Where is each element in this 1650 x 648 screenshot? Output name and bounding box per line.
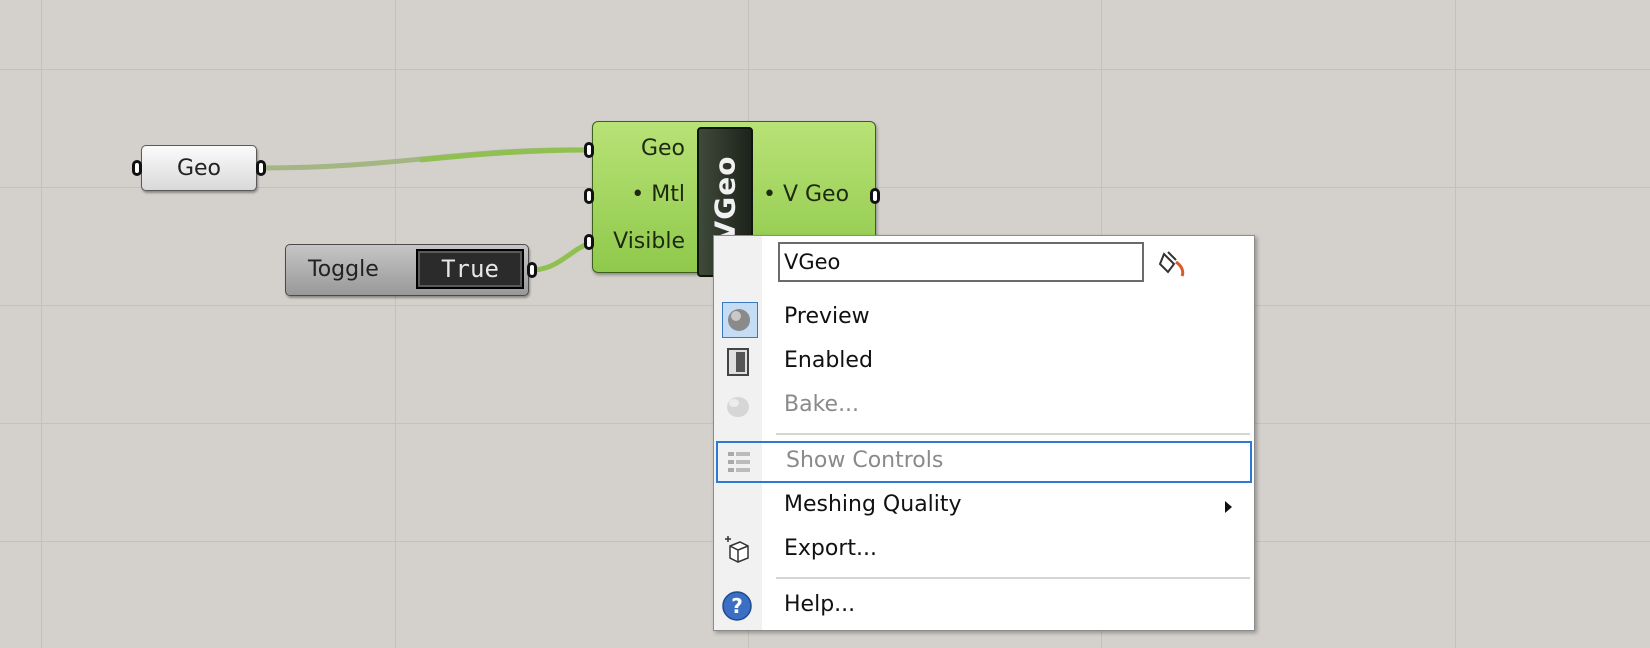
input-geo[interactable]: Geo [641, 136, 685, 161]
input-visible[interactable]: Visible [613, 229, 685, 254]
menu-item-label: Enabled [784, 348, 873, 373]
wire-geo [261, 147, 591, 171]
input-mtl[interactable]: • Mtl [631, 182, 685, 207]
svg-text:?: ? [731, 594, 743, 618]
show-controls-icon [728, 452, 750, 472]
input-grip-geo[interactable] [584, 142, 594, 158]
menu-item-bake: Bake... [714, 385, 1254, 427]
menu-item-export[interactable]: Export... [714, 529, 1254, 571]
menu-item-label: Bake... [784, 392, 860, 417]
bake-icon [727, 397, 749, 417]
component-name-input[interactable] [778, 242, 1144, 282]
preview-icon [720, 302, 758, 338]
toggle-value[interactable]: True [416, 249, 524, 289]
menu-item-help[interactable]: ? Help... [714, 585, 1254, 627]
toggle-label: Toggle [308, 257, 379, 282]
wire-geo-highlight [419, 147, 591, 163]
export-icon [725, 536, 749, 563]
menu-item-meshing-quality[interactable]: Meshing Quality [714, 485, 1254, 527]
input-grip-visible[interactable] [584, 234, 594, 250]
boolean-toggle[interactable]: Toggle True [285, 244, 529, 296]
menu-item-label: Preview [784, 304, 870, 329]
geo-parameter-label: Geo [176, 155, 222, 181]
menu-item-label: Meshing Quality [784, 492, 962, 517]
input-grip-mtl[interactable] [584, 188, 594, 204]
menu-separator [776, 433, 1250, 435]
output-vgeo[interactable]: • V Geo [763, 182, 849, 207]
menu-item-enabled[interactable]: Enabled [714, 341, 1254, 383]
context-menu: Preview Enabled Bake... Show Controls Me [713, 235, 1255, 631]
menu-item-label: Help... [784, 592, 856, 617]
component-nickname: VGeo [708, 155, 742, 243]
help-icon: ? [722, 591, 752, 621]
enabled-icon [727, 348, 749, 376]
menu-item-label: Show Controls [786, 448, 944, 473]
toggle-output-grip[interactable] [527, 262, 537, 278]
menu-item-show-controls: Show Controls [716, 441, 1252, 483]
menu-separator [776, 577, 1250, 579]
submenu-arrow-icon [1225, 501, 1232, 513]
paint-bucket-icon[interactable] [1156, 248, 1188, 280]
name-row [778, 242, 1185, 282]
geo-input-grip[interactable] [132, 160, 142, 176]
menu-item-preview[interactable]: Preview [714, 297, 1254, 339]
geo-parameter[interactable]: Geo [141, 145, 257, 191]
output-grip-vgeo[interactable] [870, 188, 880, 204]
geo-output-grip[interactable] [256, 160, 266, 176]
wire-toggle [533, 240, 591, 273]
menu-item-label: Export... [784, 536, 877, 561]
